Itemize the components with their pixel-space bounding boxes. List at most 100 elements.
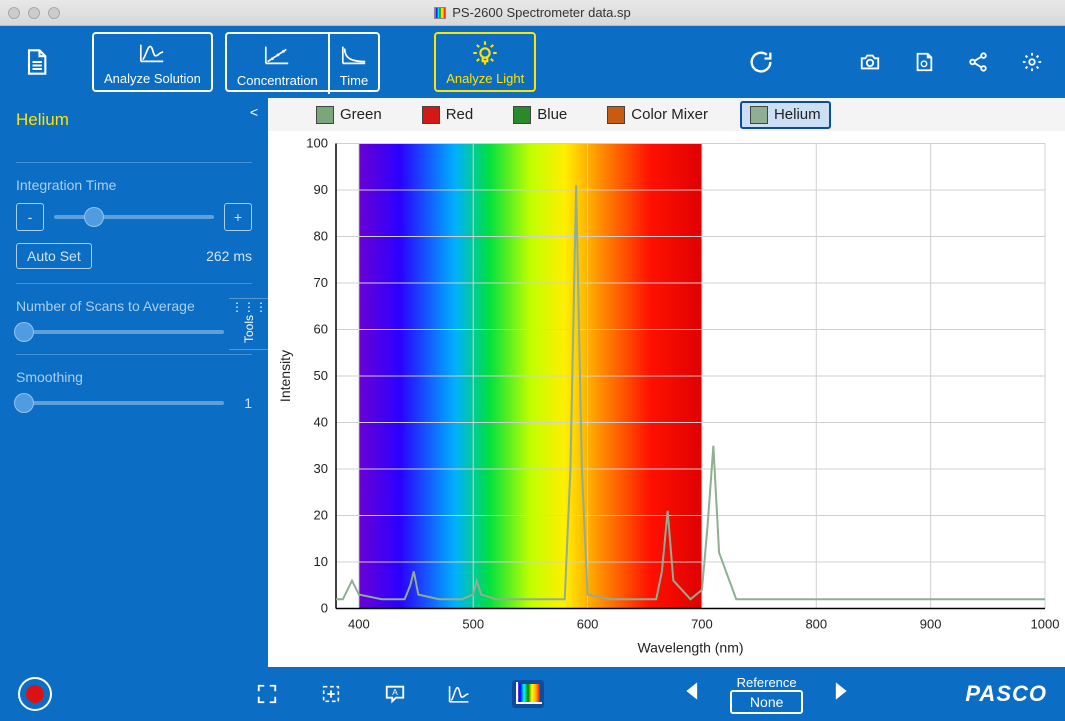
time-label: Time <box>340 73 368 88</box>
legend-green[interactable]: Green <box>308 103 390 127</box>
sync-icon <box>747 48 775 76</box>
tools-tab-label: Tools <box>242 315 256 343</box>
arrow-right-icon <box>825 678 851 704</box>
camera-button[interactable] <box>849 32 891 92</box>
chart-area[interactable]: 0 10 20 30 40 50 60 70 80 90 100 400 500 600 700 800 900… <box>268 131 1065 667</box>
svg-text:500: 500 <box>462 617 484 632</box>
window-traffic-lights <box>8 7 60 19</box>
window-titlebar: PS-2600 Spectrometer data.sp <box>0 0 1065 26</box>
time-button[interactable]: Time <box>328 34 378 94</box>
svg-text:A: A <box>392 688 398 697</box>
document-button[interactable] <box>12 32 60 92</box>
peak-icon <box>448 683 470 705</box>
bottom-toolbar: A Reference None PASCO <box>0 667 1065 721</box>
svg-text:Intensity: Intensity <box>277 350 293 402</box>
smoothing-value: 1 <box>234 395 252 411</box>
analyze-solution-label: Analyze Solution <box>104 71 201 86</box>
integration-increase-button[interactable]: + <box>224 203 252 231</box>
reference-label: Reference <box>737 675 797 690</box>
share-icon <box>967 51 989 73</box>
integration-slider-thumb[interactable] <box>84 207 104 227</box>
expand-icon <box>256 683 278 705</box>
tools-tab[interactable]: ⋮⋮⋮ Tools <box>229 298 270 350</box>
camera-icon <box>859 51 881 73</box>
integration-time-value: 262 ms <box>206 248 252 264</box>
svg-text:400: 400 <box>348 617 370 632</box>
integration-decrease-button[interactable]: - <box>16 203 44 231</box>
smoothing-label: Smoothing <box>16 369 252 385</box>
prev-reference-button[interactable] <box>682 678 708 711</box>
lightbulb-icon <box>471 39 499 67</box>
spectrum-icon <box>434 7 446 19</box>
autoscale-button[interactable] <box>320 683 342 705</box>
arrow-left-icon <box>682 678 708 704</box>
analyze-light-button[interactable]: Analyze Light <box>434 32 536 92</box>
integration-time-label: Integration Time <box>16 177 252 193</box>
auto-set-button[interactable]: Auto Set <box>16 243 92 269</box>
svg-text:30: 30 <box>314 461 328 476</box>
concentration-label: Concentration <box>237 73 318 88</box>
sidebar: < Helium Integration Time - + Auto Set 2… <box>0 98 268 667</box>
peak-button[interactable] <box>448 683 470 705</box>
record-button[interactable] <box>18 677 52 711</box>
svg-text:600: 600 <box>577 617 599 632</box>
sync-button[interactable] <box>737 32 785 92</box>
svg-text:70: 70 <box>314 275 328 290</box>
journal-button[interactable] <box>903 32 945 92</box>
svg-text:60: 60 <box>314 322 328 337</box>
fullscreen-button[interactable] <box>256 683 278 705</box>
smoothing-slider[interactable] <box>16 401 224 405</box>
legend-bar: Green Red Blue Color Mixer Helium <box>268 98 1065 131</box>
close-window-dot[interactable] <box>8 7 20 19</box>
curve-icon <box>138 39 166 67</box>
svg-text:40: 40 <box>314 415 328 430</box>
record-icon <box>26 685 44 703</box>
svg-text:80: 80 <box>314 229 328 244</box>
sidebar-heading: Helium <box>16 110 252 130</box>
decay-curve-icon <box>340 41 368 69</box>
svg-text:0: 0 <box>321 601 328 616</box>
legend-red[interactable]: Red <box>414 103 482 127</box>
scans-slider-thumb[interactable] <box>14 322 34 342</box>
svg-text:900: 900 <box>920 617 942 632</box>
brand-logo: PASCO <box>965 681 1047 707</box>
maximize-window-dot[interactable] <box>48 7 60 19</box>
svg-text:100: 100 <box>306 136 328 151</box>
svg-text:20: 20 <box>314 508 328 523</box>
scans-slider[interactable] <box>16 330 224 334</box>
concentration-button[interactable]: Concentration <box>227 34 328 94</box>
crosshair-icon <box>320 683 342 705</box>
drag-handle-icon: ⋮⋮⋮ <box>231 305 267 309</box>
integration-slider[interactable] <box>54 215 214 219</box>
spectrum-view-button[interactable] <box>512 680 544 708</box>
reference-value: None <box>730 690 803 714</box>
reference-selector[interactable]: Reference None <box>730 675 803 714</box>
top-toolbar: Analyze Solution Concentration Time Anal… <box>0 26 1065 98</box>
analyze-solution-button[interactable]: Analyze Solution <box>92 32 213 92</box>
scans-average-label: Number of Scans to Average <box>16 298 252 314</box>
next-reference-button[interactable] <box>825 678 851 711</box>
spectrum-bar-icon <box>516 684 540 704</box>
share-button[interactable] <box>957 32 999 92</box>
svg-text:10: 10 <box>314 554 328 569</box>
svg-text:800: 800 <box>805 617 827 632</box>
svg-text:90: 90 <box>314 182 328 197</box>
smoothing-slider-thumb[interactable] <box>14 393 34 413</box>
annotation-button[interactable]: A <box>384 683 406 705</box>
svg-text:700: 700 <box>691 617 713 632</box>
legend-helium[interactable]: Helium <box>740 101 831 129</box>
minimize-window-dot[interactable] <box>28 7 40 19</box>
chart-panel: Green Red Blue Color Mixer Helium 0 10 20 3… <box>268 98 1065 667</box>
legend-color-mixer[interactable]: Color Mixer <box>599 103 716 127</box>
settings-button[interactable] <box>1011 32 1053 92</box>
gear-icon <box>1021 51 1043 73</box>
journal-icon <box>913 51 935 73</box>
svg-text:50: 50 <box>314 368 328 383</box>
window-title-text: PS-2600 Spectrometer data.sp <box>452 5 631 20</box>
svg-text:1000: 1000 <box>1031 617 1060 632</box>
collapse-sidebar-button[interactable]: < <box>250 104 258 120</box>
window-title: PS-2600 Spectrometer data.sp <box>0 5 1065 20</box>
analysis-mode-group: Concentration Time <box>225 32 380 92</box>
document-icon <box>22 48 50 76</box>
legend-blue[interactable]: Blue <box>505 103 575 127</box>
